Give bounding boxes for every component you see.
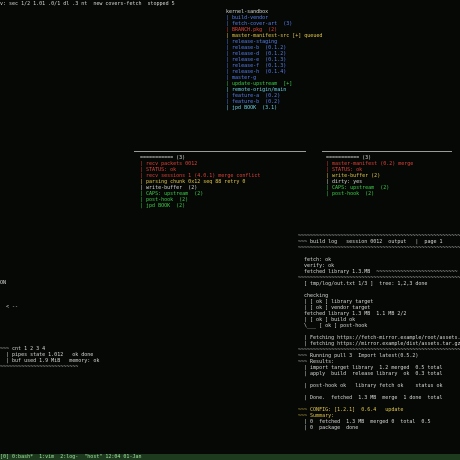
divider-left (134, 151, 306, 152)
terminal-line: | post-hook ok library fetch ok status o… (298, 383, 443, 389)
terminal-line: ~~~~~~~~~~~~~~~~~~~~~~~~~~ (0, 364, 79, 370)
tmux-status-bar[interactable]: [0] 0:bash* 1:vim 2:log- "host" 12:04 01… (0, 454, 460, 460)
build-log-pane[interactable]: ~~~~~~~~~~~~~~~~~~~~~~~~~~~~~~~~~~~~~~~~… (298, 233, 460, 451)
tmux-status-text: [0] 0:bash* 1:vim 2:log- "host" 12:04 01… (0, 454, 142, 460)
left-lower-pane: ON < -- ~~~ cnt 1 2 3 4 | pipes state 1.… (0, 280, 140, 375)
commit-graph-left: =========== (3) | recv packets 0012 | ST… (134, 155, 309, 215)
terminal-line: | 0 package done (298, 425, 359, 431)
terminal-line: | jpd BOOK (3.1) (220, 105, 278, 111)
top-status-text: v: sec 1/2 1.01 .0/1 dl .3 nt new covers… (0, 1, 175, 7)
terminal-line: | jpd BOOK (2) (134, 203, 186, 209)
terminal-line: ~~~~~~~~~~~~~~~~~~~~~~~~~~~~~~~~~~~~~~~~… (298, 245, 460, 251)
divider-right (322, 151, 452, 152)
terminal-line: | apply build release library ok 0.3 tot… (298, 371, 443, 377)
branch-tree-pane: kernel-sandbox | build-vendor | fetch-co… (220, 9, 380, 119)
terminal-line: | post-hook (2) (320, 191, 375, 197)
terminal-line: | Done. fetched 1.3 MB merge 1 done tota… (298, 395, 443, 401)
commit-graph-right: =========== (3) | master-manifest (0.2) … (320, 155, 455, 205)
top-status-line: v: sec 1/2 1.01 .0/1 dl .3 nt new covers… (0, 1, 460, 7)
